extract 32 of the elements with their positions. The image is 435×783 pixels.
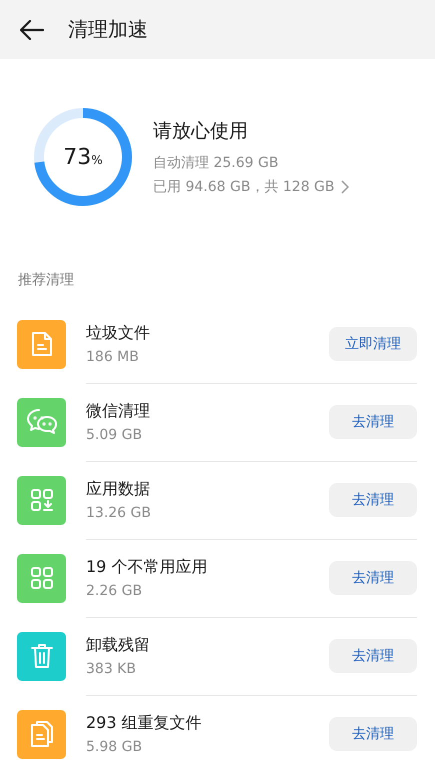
clean-button[interactable]: 去清理 — [329, 482, 417, 516]
item-size: 186 MB — [86, 348, 140, 364]
trash-icon — [30, 643, 52, 669]
back-arrow-icon — [20, 20, 44, 40]
clean-button[interactable]: 立即清理 — [329, 326, 417, 360]
section-title: 推荐清理 — [18, 272, 74, 288]
item-title: 19 个不常用应用 — [86, 556, 208, 578]
item-title: 垃圾文件 — [86, 322, 151, 344]
chevron-right-icon — [340, 180, 349, 194]
item-size: 383 KB — [86, 660, 137, 676]
item-size: 5.98 GB — [86, 739, 144, 755]
chat-bubbles-icon — [26, 408, 58, 436]
document-icon — [30, 331, 52, 357]
storage-usage-link[interactable]: 已用 94.68 GB，共 128 GB — [153, 178, 349, 196]
app-download-icon — [30, 488, 54, 512]
clean-button[interactable]: 去清理 — [329, 404, 417, 438]
item-title: 卸载残留 — [86, 634, 151, 656]
documents-icon — [30, 720, 54, 748]
item-size: 13.26 GB — [86, 504, 152, 520]
item-title: 293 组重复文件 — [86, 713, 203, 734]
item-size: 2.26 GB — [86, 582, 144, 598]
usage-percent: 73% — [63, 144, 103, 170]
app-grid-icon — [30, 566, 54, 590]
clean-button[interactable]: 去清理 — [329, 717, 417, 751]
item-title: 微信清理 — [86, 400, 151, 422]
clean-button[interactable]: 去清理 — [329, 638, 417, 672]
item-size: 5.09 GB — [86, 426, 144, 442]
clean-button[interactable]: 去清理 — [329, 560, 417, 594]
auto-clean-text: 自动清理 25.69 GB — [153, 154, 280, 172]
item-title: 应用数据 — [86, 478, 151, 500]
status-text: 请放心使用 — [153, 119, 249, 144]
page-title: 清理加速 — [68, 16, 148, 43]
